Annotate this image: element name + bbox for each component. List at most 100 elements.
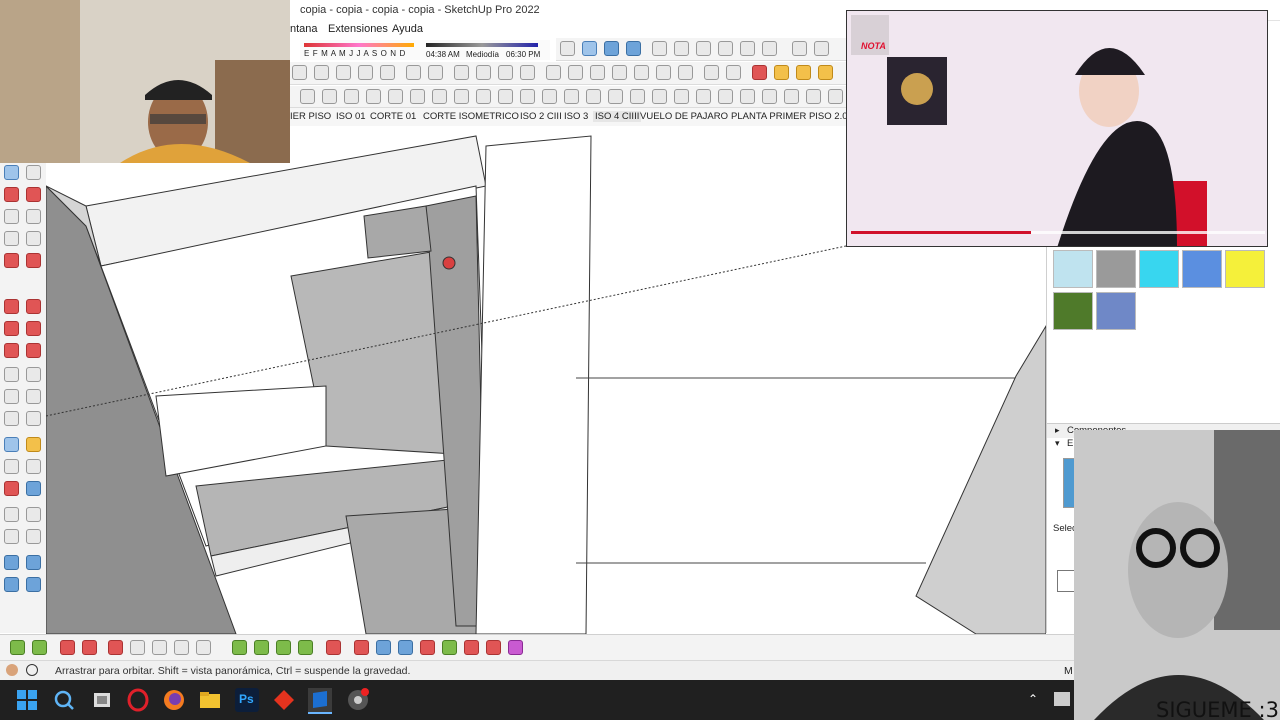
tape-icon[interactable] <box>608 89 623 104</box>
rectangle-icon[interactable] <box>344 89 359 104</box>
pan-icon[interactable] <box>762 89 777 104</box>
lock-icon[interactable] <box>520 65 535 80</box>
pan-tool-left-icon[interactable] <box>26 437 41 452</box>
orbit-tool-left-icon[interactable] <box>4 437 19 452</box>
union-icon[interactable] <box>152 640 167 655</box>
outer-shell-icon[interactable] <box>130 640 145 655</box>
protractor-icon[interactable] <box>652 89 667 104</box>
view-iso-icon[interactable] <box>582 41 597 56</box>
polygon-icon[interactable] <box>410 89 425 104</box>
zoom-extents-left-icon[interactable] <box>4 481 19 496</box>
menu-ayuda[interactable]: Ayuda <box>392 23 423 35</box>
sandbox-scratch-icon[interactable] <box>568 65 583 80</box>
warehouse-icon[interactable] <box>814 41 829 56</box>
network-icon[interactable] <box>1054 692 1070 706</box>
orbit-icon[interactable] <box>560 41 575 56</box>
previous-view-left-icon[interactable] <box>26 481 41 496</box>
styles-icon[interactable] <box>774 65 789 80</box>
tray-second-header[interactable]: ▾ E <box>1047 438 1077 452</box>
pie-tool-left-icon[interactable] <box>26 253 41 268</box>
section-plane-icon[interactable] <box>454 65 469 80</box>
followme-icon[interactable] <box>498 89 513 104</box>
line-tool-icon[interactable] <box>300 89 315 104</box>
text-icon[interactable] <box>674 89 689 104</box>
swatch-gray[interactable] <box>1096 250 1136 288</box>
eraser-icon[interactable] <box>740 89 755 104</box>
tab-scene-6[interactable]: ISO 3 <box>564 111 588 122</box>
search-icon[interactable] <box>52 688 76 712</box>
section-plane-left-icon[interactable] <box>26 529 41 544</box>
protractor-tool-left-icon[interactable] <box>4 389 19 404</box>
monochrome-icon[interactable] <box>762 41 777 56</box>
subtract-icon[interactable] <box>174 640 189 655</box>
pushpull-tool-left-icon[interactable] <box>26 299 41 314</box>
zoom-icon[interactable] <box>784 89 799 104</box>
move-icon[interactable] <box>542 89 557 104</box>
smoove-icon[interactable] <box>590 65 605 80</box>
component-attributes-icon[interactable] <box>276 640 291 655</box>
position-camera-left-icon[interactable] <box>4 507 19 522</box>
menu-extensiones[interactable]: Extensiones <box>328 23 388 35</box>
section-cut-icon[interactable] <box>476 65 491 80</box>
view-top-icon[interactable] <box>604 41 619 56</box>
sandbox-stamp-icon[interactable] <box>612 65 627 80</box>
position-camera-icon[interactable] <box>358 65 373 80</box>
add-location-icon[interactable] <box>10 640 25 655</box>
rectangle-tool-left-icon[interactable] <box>4 209 19 224</box>
paint-icon[interactable] <box>718 89 733 104</box>
tab-scene-2[interactable]: ISO 01 <box>336 111 366 122</box>
line-tool-left-icon[interactable] <box>4 187 19 202</box>
xray-icon[interactable] <box>652 41 667 56</box>
opera-icon[interactable] <box>126 688 150 712</box>
offset-tool-left-icon[interactable] <box>26 343 41 358</box>
tab-scene-7-active[interactable]: ISO 4 CIIII <box>593 111 642 122</box>
hidden-line-icon[interactable] <box>696 41 711 56</box>
red-app-icon[interactable] <box>272 688 296 712</box>
sketchup-icon[interactable] <box>308 688 332 714</box>
sandbox-contours-icon[interactable] <box>546 65 561 80</box>
swatch-yellow[interactable] <box>1225 250 1265 288</box>
firefox-icon[interactable] <box>162 688 186 712</box>
look-around-icon[interactable] <box>336 65 351 80</box>
swatch-blue[interactable] <box>1182 250 1222 288</box>
sandbox-3-left-icon[interactable] <box>4 577 19 592</box>
chrome-icon[interactable] <box>346 688 370 712</box>
time-slider[interactable] <box>426 43 538 47</box>
pie-icon[interactable] <box>454 89 469 104</box>
view-front-icon[interactable] <box>626 41 641 56</box>
arc-icon[interactable] <box>432 89 447 104</box>
view-right-bottom-icon[interactable] <box>420 640 435 655</box>
zoom-window-left-icon[interactable] <box>26 459 41 474</box>
text-tool-left-icon[interactable] <box>26 389 41 404</box>
status-error-icon[interactable] <box>6 664 18 676</box>
solid-union-icon[interactable] <box>704 65 719 80</box>
scale-tool-left-icon[interactable] <box>4 343 19 358</box>
tab-scene-9[interactable]: PLANTA PRIMER PISO 2.0 <box>731 111 848 122</box>
fog-icon[interactable] <box>818 65 833 80</box>
component-make-icon[interactable] <box>82 640 97 655</box>
freehand-icon[interactable] <box>322 89 337 104</box>
look-around-left-icon[interactable] <box>26 507 41 522</box>
swatch-dark-green[interactable] <box>1053 292 1093 330</box>
dimension-icon[interactable] <box>630 89 645 104</box>
tray-overflow-chevron-icon[interactable]: ⌃ <box>1028 692 1038 706</box>
scale-icon[interactable] <box>586 89 601 104</box>
view-back-bottom-icon[interactable] <box>442 640 457 655</box>
view-iso-bottom-icon[interactable] <box>354 640 369 655</box>
stamp-icon[interactable] <box>406 65 421 80</box>
offset-icon[interactable] <box>520 89 535 104</box>
swatch-water[interactable] <box>1053 250 1093 288</box>
intersect-icon[interactable] <box>108 640 123 655</box>
task-view-icon[interactable] <box>90 688 114 712</box>
trim-icon[interactable] <box>196 640 211 655</box>
walk-icon[interactable] <box>314 65 329 80</box>
view-bottom-bottom-icon[interactable] <box>486 640 501 655</box>
file-explorer-icon[interactable] <box>198 688 222 712</box>
pushpull-icon[interactable] <box>476 89 491 104</box>
solid-subtract-icon[interactable] <box>726 65 741 80</box>
zoom-extents-icon[interactable] <box>828 89 843 104</box>
tab-scene-5[interactable]: ISO 2 CIII <box>520 111 562 122</box>
view-left-bottom-icon[interactable] <box>464 640 479 655</box>
rotate-view-icon[interactable] <box>380 65 395 80</box>
axes-icon[interactable] <box>292 65 307 80</box>
